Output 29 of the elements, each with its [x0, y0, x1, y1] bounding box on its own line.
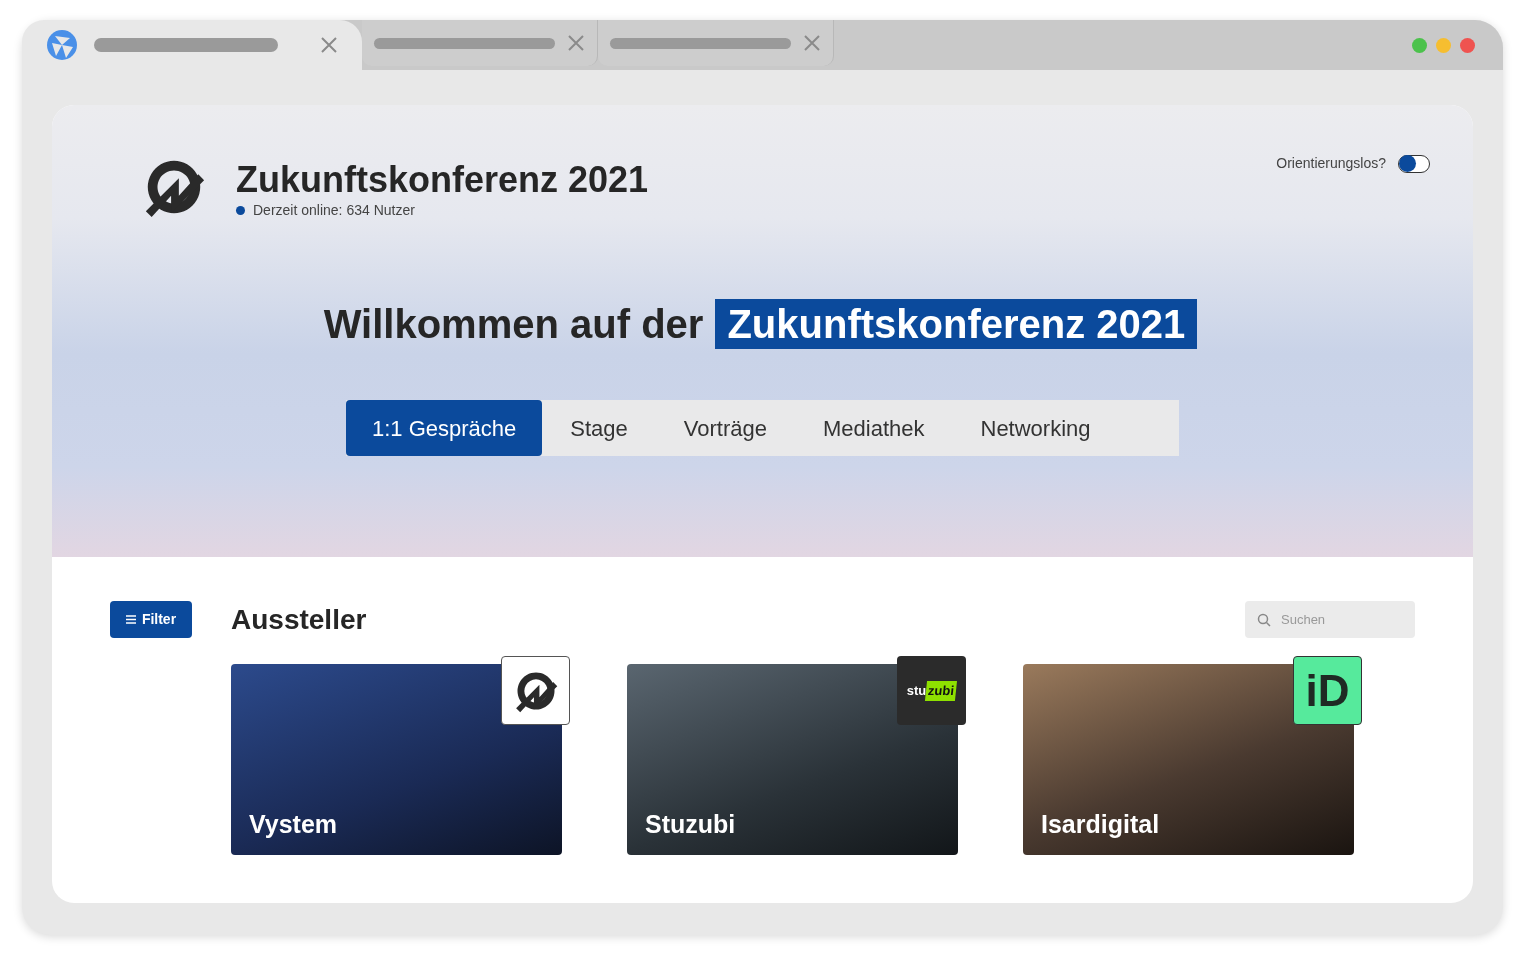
nav-tab[interactable]: Mediathek	[795, 400, 953, 456]
welcome-heading: Willkommen auf der	[323, 301, 704, 348]
exhibitor-name: Vystem	[249, 808, 337, 840]
nav-tab[interactable]: Vorträge	[655, 400, 795, 456]
browser-tab[interactable]	[598, 20, 834, 66]
section-title: Aussteller	[231, 602, 367, 637]
nav-tab[interactable]: 1:1 Gespräche	[346, 400, 543, 456]
online-count: Derzeit online: 634 Nutzer	[253, 201, 415, 220]
search-icon	[1257, 613, 1271, 627]
close-icon[interactable]	[567, 34, 585, 52]
logo-badge: stuzubi	[897, 656, 966, 725]
conference-title: Zukunftskonferenz 2021	[236, 158, 649, 202]
browser-logo-icon	[46, 29, 78, 61]
toggle-label: Orientierungslos?	[1276, 154, 1386, 173]
close-icon[interactable]	[320, 36, 338, 54]
welcome-heading-highlight: Zukunftskonferenz 2021	[715, 299, 1198, 349]
filter-button[interactable]: Filter	[110, 601, 192, 638]
exhibitor-name: Stuzubi	[645, 808, 736, 840]
exhibitor-name: Isardigital	[1041, 808, 1160, 840]
nav-tab[interactable]: Stage	[542, 400, 656, 456]
logo-badge: iD	[1293, 656, 1362, 725]
browser-tab[interactable]	[362, 20, 598, 66]
nav-tab[interactable]: Networking	[952, 400, 1119, 456]
toggle-switch[interactable]	[1398, 154, 1430, 173]
menu-icon	[125, 615, 136, 624]
exhibitor-card[interactable]: Vystem	[231, 664, 562, 855]
browser-tab[interactable]	[22, 20, 362, 70]
search-field[interactable]: Suchen	[1245, 601, 1415, 638]
close-icon[interactable]	[803, 34, 821, 52]
